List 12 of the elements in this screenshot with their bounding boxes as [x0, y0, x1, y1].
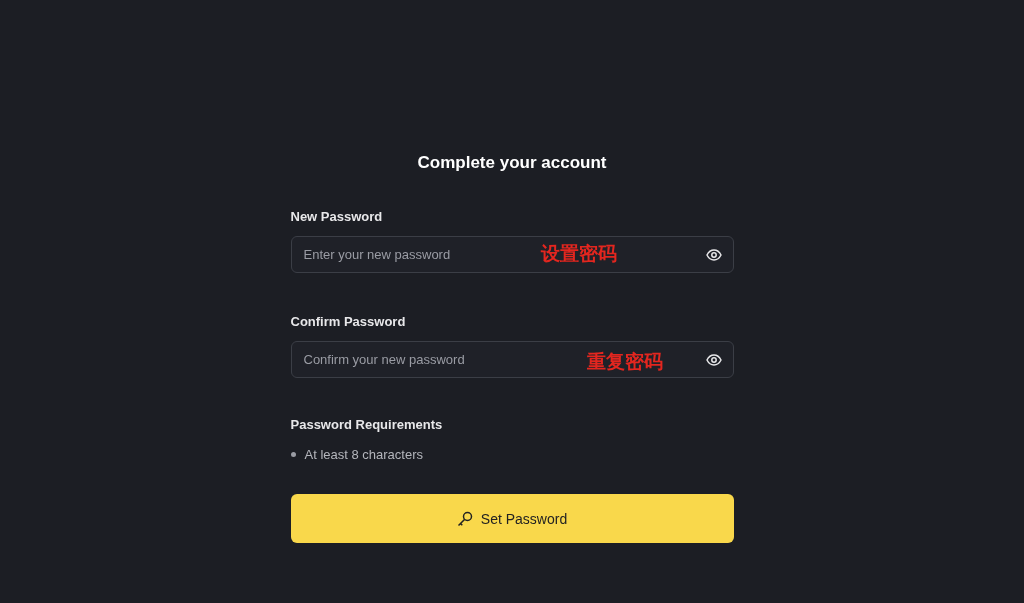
- requirements-heading: Password Requirements: [290, 417, 444, 432]
- key-icon: [456, 510, 473, 527]
- field-label: Confirm Password: [290, 314, 406, 329]
- annotation-label: 重复密码: [586, 352, 663, 371]
- bullet-icon: [290, 452, 296, 457]
- field-label: New Password: [290, 209, 383, 224]
- set-password-button[interactable]: Set Password: [290, 494, 734, 543]
- eye-icon[interactable]: [705, 249, 722, 261]
- requirement-item: At least 8 characters: [304, 447, 423, 462]
- form-title: Complete your account: [417, 153, 607, 173]
- annotation-label: 设置密码: [540, 244, 617, 263]
- eye-icon[interactable]: [705, 354, 722, 366]
